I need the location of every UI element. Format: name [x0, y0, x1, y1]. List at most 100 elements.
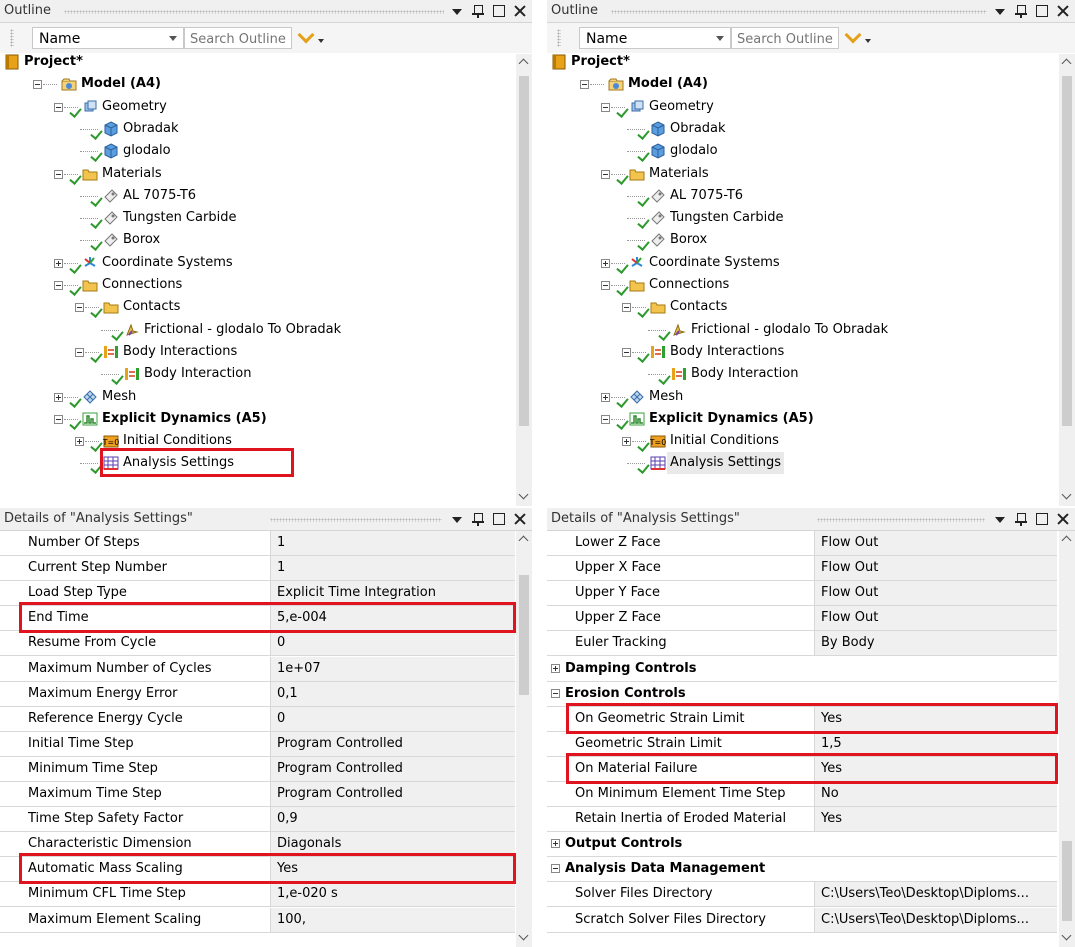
maximize-icon[interactable] [1036, 512, 1048, 526]
dropdown-icon[interactable] [994, 512, 1006, 526]
section-row[interactable]: Output Controls [547, 832, 1057, 858]
collapse-icon[interactable] [622, 303, 631, 313]
property-value[interactable]: By Body [815, 631, 1057, 656]
property-value[interactable]: Program Controlled [271, 756, 515, 781]
close-icon[interactable] [514, 512, 526, 526]
search-input[interactable] [188, 29, 292, 49]
maximize-icon[interactable] [493, 512, 505, 526]
scroll-down-icon[interactable] [518, 489, 529, 500]
property-row[interactable]: Scratch Solver Files Directory C:\Users\T… [547, 907, 1057, 933]
close-icon[interactable] [1057, 4, 1069, 18]
maximize-icon[interactable] [493, 4, 505, 18]
property-value[interactable]: Yes [815, 807, 1057, 832]
property-value[interactable]: 100, [271, 907, 515, 932]
property-row[interactable]: Minimum Time Step Program Controlled [0, 756, 515, 782]
property-value[interactable]: Flow Out [815, 556, 1057, 581]
filter-options-button[interactable] [844, 26, 871, 47]
collapse-icon[interactable] [551, 864, 560, 874]
dropdown-icon[interactable] [451, 4, 463, 18]
property-row[interactable]: Solver Files Directory C:\Users\Teo\Deskt… [547, 882, 1057, 908]
name-filter-select[interactable]: Name [32, 27, 184, 49]
scroll-down-icon[interactable] [1061, 930, 1072, 941]
collapse-icon[interactable] [54, 102, 63, 112]
property-row[interactable]: Upper Y Face Flow Out [547, 581, 1057, 607]
scroll-up-icon[interactable] [1061, 58, 1072, 69]
pin-icon[interactable] [472, 4, 484, 18]
pin-icon[interactable] [1015, 512, 1027, 526]
property-row[interactable]: Maximum Energy Error 0,1 [0, 681, 515, 707]
expand-icon[interactable] [551, 839, 560, 849]
property-value[interactable]: 0,1 [271, 681, 515, 706]
dropdown-icon[interactable] [994, 4, 1006, 18]
collapse-icon[interactable] [551, 688, 560, 698]
filter-options-button[interactable] [297, 26, 324, 47]
maximize-icon[interactable] [1036, 4, 1048, 18]
expand-icon[interactable] [601, 392, 610, 402]
search-outline-box[interactable] [731, 27, 839, 49]
collapse-icon[interactable] [75, 303, 84, 313]
expand-icon[interactable] [622, 437, 631, 447]
close-icon[interactable] [514, 4, 526, 18]
property-value[interactable]: No [815, 782, 1057, 806]
property-value[interactable]: Program Controlled [271, 782, 515, 806]
collapse-icon[interactable] [54, 281, 63, 290]
collapse-icon[interactable] [601, 281, 610, 290]
property-value[interactable]: Flow Out [815, 531, 1057, 555]
collapse-icon[interactable] [75, 347, 84, 357]
expand-icon[interactable] [75, 437, 84, 447]
scroll-up-icon[interactable] [1061, 535, 1072, 546]
property-value[interactable]: 1 [271, 531, 515, 555]
property-value[interactable]: 1,e-020 s [271, 882, 515, 907]
tree-scrollbar[interactable] [516, 54, 532, 506]
pin-icon[interactable] [1015, 4, 1027, 18]
details-scrollbar[interactable] [1059, 531, 1075, 947]
scroll-down-icon[interactable] [518, 930, 529, 941]
property-row[interactable]: Retain Inertia of Eroded Material Yes [547, 807, 1057, 833]
property-value[interactable]: 1 [271, 556, 515, 581]
expand-icon[interactable] [551, 663, 560, 673]
collapse-icon[interactable] [33, 80, 42, 90]
property-row[interactable]: Time Step Safety Factor 0,9 [0, 807, 515, 833]
collapse-icon[interactable] [54, 169, 63, 179]
section-row[interactable]: Damping Controls [547, 657, 1057, 682]
close-icon[interactable] [1057, 512, 1069, 526]
property-row[interactable]: Upper Z Face Flow Out [547, 606, 1057, 632]
property-row[interactable]: Lower Z Face Flow Out [547, 531, 1057, 556]
property-row[interactable]: Current Step Number 1 [0, 556, 515, 582]
property-row[interactable]: Maximum Number of Cycles 1e+07 [0, 656, 515, 682]
property-row[interactable]: Euler Tracking By Body [547, 631, 1057, 657]
property-value[interactable]: Flow Out [815, 581, 1057, 606]
scroll-thumb[interactable] [1062, 841, 1072, 921]
property-value[interactable]: C:\Users\Teo\Desktop\Diploms... [815, 882, 1057, 907]
property-row[interactable]: Initial Time Step Program Controlled [0, 731, 515, 757]
property-value[interactable]: 0 [271, 706, 515, 731]
collapse-icon[interactable] [601, 102, 610, 112]
expand-icon[interactable] [54, 392, 63, 402]
collapse-icon[interactable] [622, 347, 631, 357]
property-row[interactable]: Upper X Face Flow Out [547, 556, 1057, 582]
property-row[interactable]: Number Of Steps 1 [0, 531, 515, 556]
name-filter-select[interactable]: Name [579, 27, 731, 49]
pin-icon[interactable] [472, 512, 484, 526]
scroll-down-icon[interactable] [1061, 489, 1072, 500]
property-value[interactable]: 0 [271, 631, 515, 656]
property-value[interactable]: C:\Users\Teo\Desktop\Diploms... [815, 907, 1057, 932]
property-row[interactable]: Resume From Cycle 0 [0, 631, 515, 657]
tree-scrollbar[interactable] [1059, 54, 1075, 506]
search-outline-box[interactable] [184, 27, 292, 49]
expand-icon[interactable] [601, 258, 610, 268]
property-row[interactable]: Maximum Element Scaling 100, [0, 907, 515, 933]
section-row[interactable]: Analysis Data Management [547, 857, 1057, 883]
collapse-icon[interactable] [601, 169, 610, 179]
details-scrollbar[interactable] [516, 531, 532, 947]
scroll-up-icon[interactable] [518, 58, 529, 69]
property-value[interactable]: Flow Out [815, 606, 1057, 631]
scroll-up-icon[interactable] [518, 535, 529, 546]
property-value[interactable]: Program Controlled [271, 731, 515, 756]
dropdown-icon[interactable] [451, 512, 463, 526]
scroll-thumb[interactable] [1062, 76, 1072, 426]
collapse-icon[interactable] [54, 414, 63, 424]
property-row[interactable]: Reference Energy Cycle 0 [0, 706, 515, 732]
property-value[interactable]: 0,9 [271, 807, 515, 832]
property-row[interactable]: On Minimum Element Time Step No [547, 782, 1057, 807]
